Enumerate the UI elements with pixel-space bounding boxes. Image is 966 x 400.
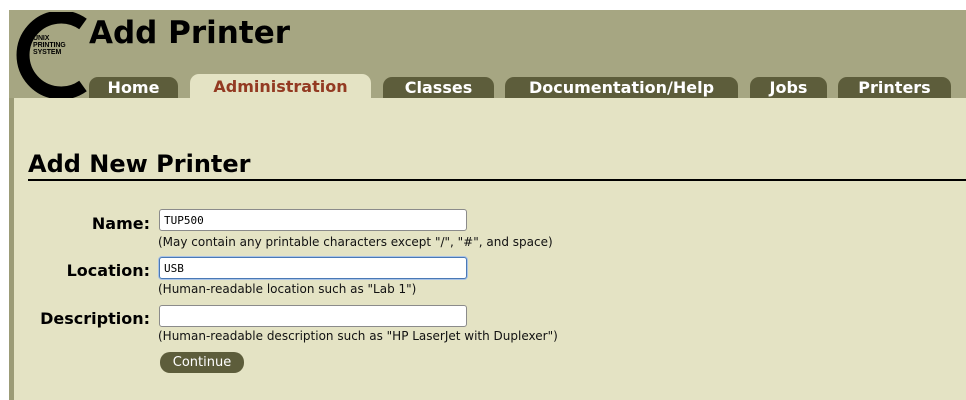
page-title: Add Printer <box>89 15 291 51</box>
tab-label: Jobs <box>769 78 808 97</box>
name-label: Name: <box>91 214 150 233</box>
location-label: Location: <box>66 261 150 280</box>
tab-label: Documentation/Help <box>528 78 715 97</box>
logo-line-printing: PRINTING <box>33 42 66 49</box>
tab-documentation-help[interactable]: Documentation/Help <box>505 77 738 98</box>
name-field[interactable] <box>159 209 467 231</box>
tab-jobs[interactable]: Jobs <box>750 77 827 98</box>
heading-divider <box>28 179 966 181</box>
description-label: Description: <box>40 309 150 328</box>
logo-line-system: SYSTEM <box>33 49 62 56</box>
tab-administration[interactable]: Administration <box>190 74 371 98</box>
location-hint: (Human-readable location such as "Lab 1"… <box>158 282 417 296</box>
section-heading: Add New Printer <box>28 150 251 178</box>
continue-button[interactable]: Continue <box>160 352 244 373</box>
cups-page: UNIX PRINTING SYSTEM Add Printer Home Ad… <box>9 10 966 400</box>
description-hint: (Human-readable description such as "HP … <box>158 329 558 343</box>
tab-classes[interactable]: Classes <box>383 77 494 98</box>
name-hint: (May contain any printable characters ex… <box>158 235 553 249</box>
tab-label: Administration <box>213 77 348 96</box>
tab-home[interactable]: Home <box>89 77 178 98</box>
cups-logo: UNIX PRINTING SYSTEM <box>15 10 93 100</box>
location-field[interactable] <box>159 257 467 279</box>
description-field[interactable] <box>159 305 467 327</box>
tab-printers[interactable]: Printers <box>838 77 951 98</box>
tab-label: Printers <box>858 78 931 97</box>
tab-label: Home <box>107 78 160 97</box>
tab-label: Classes <box>404 78 473 97</box>
logo-text: UNIX PRINTING SYSTEM <box>33 35 66 56</box>
logo-line-unix: UNIX <box>33 35 50 42</box>
